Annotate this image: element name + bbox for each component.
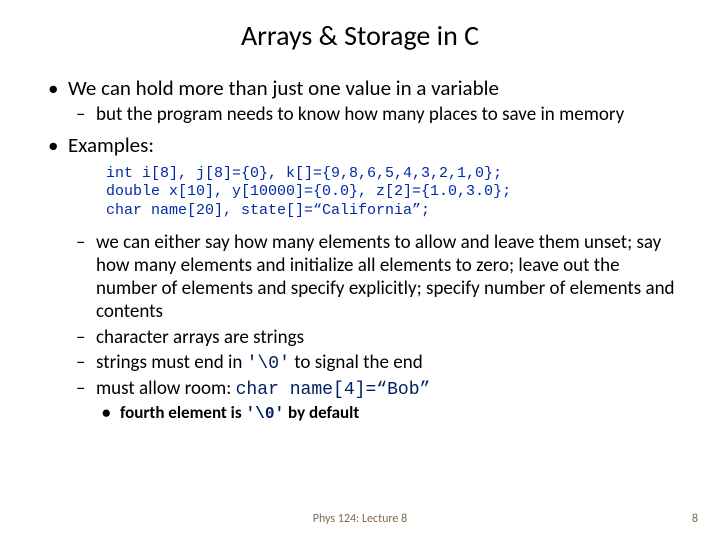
sub-item: we can either say how many elements to a… bbox=[68, 231, 680, 324]
code-line: int i[8], j[8]={0}, k[]={9,8,6,5,4,3,2,1… bbox=[106, 165, 680, 184]
sub-text-pre: strings must end in bbox=[96, 351, 247, 374]
sub-text: we can either say how many elements to a… bbox=[96, 231, 675, 324]
footer-center: Phys 124: Lecture 8 bbox=[0, 512, 720, 526]
sub-item: must allow room: char name[4]=“Bob” four… bbox=[68, 377, 680, 425]
bullet-item: Examples: int i[8], j[8]={0}, k[]={9,8,6… bbox=[40, 132, 680, 424]
sub-text: character arrays are strings bbox=[96, 326, 304, 349]
subsub-text-pre: fourth element is bbox=[120, 402, 245, 423]
subsub-text-post: by default bbox=[284, 402, 359, 423]
page-title: Arrays & Storage in C bbox=[40, 18, 680, 53]
subsub-list: fourth element is '\0' by default bbox=[96, 403, 680, 425]
page-number: 8 bbox=[692, 512, 698, 526]
sub-item: but the program needs to know how many p… bbox=[68, 103, 680, 126]
inline-code: '\0' bbox=[247, 354, 290, 374]
sub-item: character arrays are strings bbox=[68, 326, 680, 349]
sub-text-post: to signal the end bbox=[290, 351, 423, 374]
code-line: double x[10], y[10000]={0.0}, z[2]={1.0,… bbox=[106, 183, 680, 202]
code-block: int i[8], j[8]={0}, k[]={9,8,6,5,4,3,2,1… bbox=[106, 165, 680, 221]
bullet-item: We can hold more than just one value in … bbox=[40, 75, 680, 126]
code-line: char name[20], state[]=“California”; bbox=[106, 202, 680, 221]
bullet-text: Examples: bbox=[68, 132, 154, 158]
bullet-list: We can hold more than just one value in … bbox=[40, 75, 680, 425]
sub-text: but the program needs to know how many p… bbox=[96, 103, 624, 126]
bullet-text: We can hold more than just one value in … bbox=[68, 75, 499, 101]
sub-list: but the program needs to know how many p… bbox=[68, 103, 680, 126]
sub-list: we can either say how many elements to a… bbox=[68, 231, 680, 425]
subsub-item: fourth element is '\0' by default bbox=[96, 403, 680, 425]
inline-code: '\0' bbox=[245, 405, 284, 423]
sub-text-pre: must allow room: bbox=[96, 377, 236, 400]
slide: Arrays & Storage in C We can hold more t… bbox=[0, 0, 720, 540]
inline-code: char name[4]=“Bob” bbox=[236, 380, 431, 400]
sub-item: strings must end in '\0' to signal the e… bbox=[68, 351, 680, 375]
